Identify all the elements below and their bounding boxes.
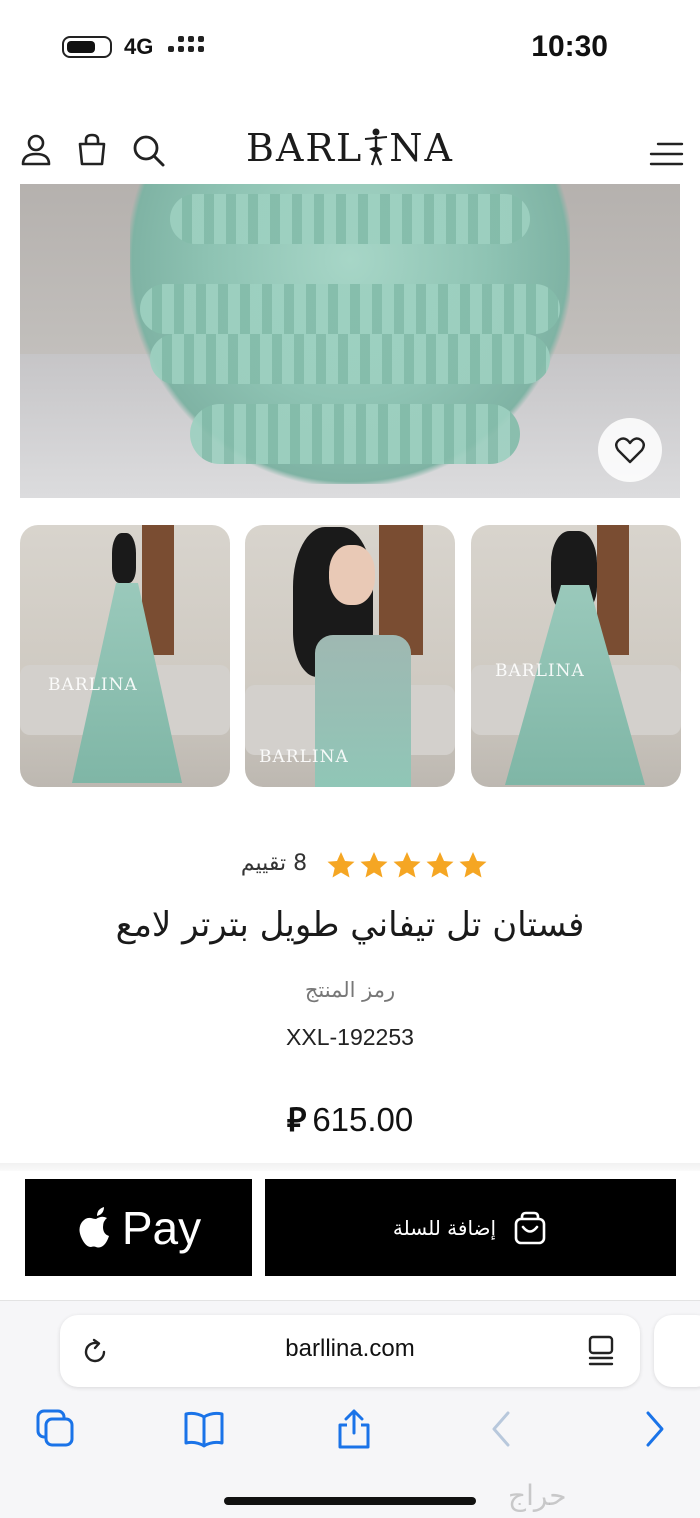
next-tab-preview[interactable] — [654, 1315, 700, 1387]
thumbnail-3[interactable]: BARLINA — [471, 525, 681, 787]
add-to-cart-button[interactable]: إضافة للسلة — [265, 1179, 676, 1276]
back-icon[interactable] — [482, 1409, 522, 1449]
product-title: فستان تل تيفاني طويل بترتر لامع — [115, 905, 585, 945]
rating-row: 8 تقييم — [0, 848, 700, 882]
heart-icon — [615, 437, 645, 464]
watermark: BARLINA — [48, 675, 138, 695]
watermark: BARLINA — [259, 747, 349, 767]
ruffle — [140, 284, 560, 334]
signal-icon — [168, 36, 204, 58]
star-icon — [426, 852, 454, 878]
dancer-icon — [365, 128, 388, 166]
star-icon — [327, 852, 355, 878]
watermark: BARLINA — [495, 661, 585, 681]
product-price: ⃁ 615.00 — [0, 1098, 700, 1141]
ruffle — [190, 404, 520, 464]
section-divider — [0, 1163, 700, 1171]
star-icon — [459, 852, 487, 878]
battery-icon — [62, 36, 112, 58]
sku-label: رمز المنتج — [304, 978, 396, 1002]
url-text[interactable]: barllina.com — [60, 1335, 640, 1363]
thumbnail-1[interactable]: BARLINA — [20, 525, 230, 787]
bookmarks-icon[interactable] — [184, 1409, 224, 1449]
tabs-icon[interactable] — [36, 1409, 76, 1449]
apple-icon — [79, 1206, 109, 1247]
status-bar: 4G 10:30 — [0, 0, 700, 96]
shopping-bag-icon — [514, 1211, 546, 1244]
brand-logo[interactable]: BARL NA — [0, 126, 700, 170]
reader-icon[interactable] — [586, 1335, 616, 1367]
face — [329, 545, 375, 605]
ruffle — [170, 194, 530, 244]
site-header: BARL NA — [0, 110, 700, 186]
network-indicator: 4G — [124, 34, 154, 59]
apple-pay-label: Pay — [121, 1201, 202, 1254]
price-amount: 615.00 — [312, 1101, 414, 1138]
rating-stars — [326, 850, 488, 880]
corner-watermark: حراج — [508, 1479, 567, 1512]
currency-symbol: ⃁ — [286, 1101, 307, 1138]
rating-count: 8 تقييم — [240, 851, 308, 876]
apple-pay-button[interactable]: Pay — [25, 1179, 252, 1276]
sku-value: XXL-192253 — [286, 1024, 414, 1050]
address-bar[interactable]: barllina.com — [60, 1315, 640, 1387]
product-main-image[interactable] — [20, 184, 680, 498]
menu-icon[interactable] — [648, 136, 684, 172]
home-indicator — [224, 1497, 476, 1505]
star-icon — [360, 852, 388, 878]
ruffle — [150, 334, 550, 384]
star-icon — [393, 852, 421, 878]
thumbnail-2[interactable]: BARLINA — [245, 525, 455, 787]
share-icon[interactable] — [334, 1409, 374, 1449]
status-time: 10:30 — [531, 30, 608, 63]
wishlist-button[interactable] — [598, 418, 662, 482]
browser-toolbar: barllina.com حراج — [0, 1300, 700, 1518]
forward-icon[interactable] — [634, 1409, 674, 1449]
add-to-cart-label: إضافة للسلة — [392, 1215, 497, 1240]
